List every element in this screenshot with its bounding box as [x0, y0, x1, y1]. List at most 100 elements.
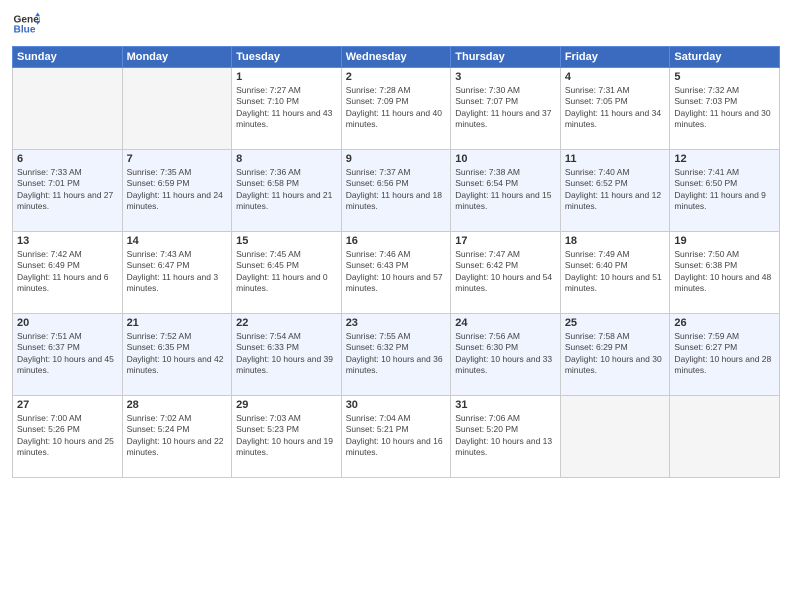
week-row-3: 13 Sunrise: 7:42 AMSunset: 6:49 PMDayligh… — [13, 232, 780, 314]
weekday-header-thursday: Thursday — [451, 47, 561, 68]
day-number: 5 — [674, 71, 775, 83]
day-number: 27 — [17, 399, 118, 411]
day-info: Sunrise: 7:49 AMSunset: 6:40 PMDaylight:… — [565, 249, 666, 295]
day-info: Sunrise: 7:31 AMSunset: 7:05 PMDaylight:… — [565, 85, 666, 131]
calendar-cell: 27 Sunrise: 7:00 AMSunset: 5:26 PMDayligh… — [13, 396, 123, 478]
day-number: 17 — [455, 235, 556, 247]
day-info: Sunrise: 7:40 AMSunset: 6:52 PMDaylight:… — [565, 167, 666, 213]
calendar-cell: 16 Sunrise: 7:46 AMSunset: 6:43 PMDayligh… — [341, 232, 451, 314]
svg-text:Blue: Blue — [14, 25, 36, 36]
week-row-5: 27 Sunrise: 7:00 AMSunset: 5:26 PMDayligh… — [13, 396, 780, 478]
day-info: Sunrise: 7:59 AMSunset: 6:27 PMDaylight:… — [674, 331, 775, 377]
day-number: 11 — [565, 153, 666, 165]
calendar-cell: 15 Sunrise: 7:45 AMSunset: 6:45 PMDayligh… — [232, 232, 342, 314]
calendar-cell: 14 Sunrise: 7:43 AMSunset: 6:47 PMDayligh… — [122, 232, 232, 314]
day-number: 4 — [565, 71, 666, 83]
week-row-4: 20Sunrise: 7:51 AMSunset: 6:37 PMDayligh… — [13, 314, 780, 396]
weekday-header-monday: Monday — [122, 47, 232, 68]
day-info: Sunrise: 7:04 AMSunset: 5:21 PMDaylight:… — [346, 413, 447, 459]
weekday-header-friday: Friday — [560, 47, 670, 68]
day-info: Sunrise: 7:30 AMSunset: 7:07 PMDaylight:… — [455, 85, 556, 131]
day-info: Sunrise: 7:58 AMSunset: 6:29 PMDaylight:… — [565, 331, 666, 377]
calendar-cell: 13 Sunrise: 7:42 AMSunset: 6:49 PMDayligh… — [13, 232, 123, 314]
calendar-cell — [670, 396, 780, 478]
day-number: 2 — [346, 71, 447, 83]
day-info: Sunrise: 7:33 AMSunset: 7:01 PMDaylight:… — [17, 167, 118, 213]
day-number: 23 — [346, 317, 447, 329]
day-info: Sunrise: 7:51 AMSunset: 6:37 PMDaylight:… — [17, 331, 118, 377]
calendar-cell: 31 Sunrise: 7:06 AMSunset: 5:20 PMDayligh… — [451, 396, 561, 478]
day-number: 28 — [127, 399, 228, 411]
day-info: Sunrise: 7:27 AMSunset: 7:10 PMDaylight:… — [236, 85, 337, 131]
calendar-cell: 5Sunrise: 7:32 AMSunset: 7:03 PMDaylight… — [670, 68, 780, 150]
calendar-cell: 8 Sunrise: 7:36 AMSunset: 6:58 PMDaylight… — [232, 150, 342, 232]
calendar-cell: 20Sunrise: 7:51 AMSunset: 6:37 PMDayligh… — [13, 314, 123, 396]
calendar-cell: 18 Sunrise: 7:49 AMSunset: 6:40 PMDayligh… — [560, 232, 670, 314]
weekday-header-tuesday: Tuesday — [232, 47, 342, 68]
day-info: Sunrise: 7:42 AMSunset: 6:49 PMDaylight:… — [17, 249, 118, 295]
logo-icon: General Blue — [12, 10, 40, 38]
calendar-cell: 12 Sunrise: 7:41 AMSunset: 6:50 PMDayligh… — [670, 150, 780, 232]
calendar-cell: 22Sunrise: 7:54 AMSunset: 6:33 PMDayligh… — [232, 314, 342, 396]
day-number: 29 — [236, 399, 337, 411]
header: General Blue — [12, 10, 780, 38]
day-number: 1 — [236, 71, 337, 83]
day-info: Sunrise: 7:00 AMSunset: 5:26 PMDaylight:… — [17, 413, 118, 459]
calendar-cell: 26 Sunrise: 7:59 AMSunset: 6:27 PMDayligh… — [670, 314, 780, 396]
day-number: 25 — [565, 317, 666, 329]
day-number: 8 — [236, 153, 337, 165]
day-info: Sunrise: 7:52 AMSunset: 6:35 PMDaylight:… — [127, 331, 228, 377]
day-number: 15 — [236, 235, 337, 247]
day-info: Sunrise: 7:06 AMSunset: 5:20 PMDaylight:… — [455, 413, 556, 459]
day-info: Sunrise: 7:45 AMSunset: 6:45 PMDaylight:… — [236, 249, 337, 295]
calendar-cell: 7 Sunrise: 7:35 AMSunset: 6:59 PMDaylight… — [122, 150, 232, 232]
calendar-cell: 11 Sunrise: 7:40 AMSunset: 6:52 PMDayligh… — [560, 150, 670, 232]
calendar-cell: 29Sunrise: 7:03 AMSunset: 5:23 PMDayligh… — [232, 396, 342, 478]
day-info: Sunrise: 7:35 AMSunset: 6:59 PMDaylight:… — [127, 167, 228, 213]
day-info: Sunrise: 7:56 AMSunset: 6:30 PMDaylight:… — [455, 331, 556, 377]
day-number: 3 — [455, 71, 556, 83]
day-info: Sunrise: 7:50 AMSunset: 6:38 PMDaylight:… — [674, 249, 775, 295]
day-number: 6 — [17, 153, 118, 165]
day-number: 14 — [127, 235, 228, 247]
calendar-cell — [560, 396, 670, 478]
day-number: 7 — [127, 153, 228, 165]
day-info: Sunrise: 7:37 AMSunset: 6:56 PMDaylight:… — [346, 167, 447, 213]
day-number: 9 — [346, 153, 447, 165]
calendar-cell: 1 Sunrise: 7:27 AMSunset: 7:10 PMDaylight… — [232, 68, 342, 150]
weekday-header-row: SundayMondayTuesdayWednesdayThursdayFrid… — [13, 47, 780, 68]
weekday-header-wednesday: Wednesday — [341, 47, 451, 68]
day-number: 31 — [455, 399, 556, 411]
day-info: Sunrise: 7:43 AMSunset: 6:47 PMDaylight:… — [127, 249, 228, 295]
calendar-cell: 21 Sunrise: 7:52 AMSunset: 6:35 PMDayligh… — [122, 314, 232, 396]
logo: General Blue — [12, 10, 40, 38]
day-info: Sunrise: 7:41 AMSunset: 6:50 PMDaylight:… — [674, 167, 775, 213]
week-row-2: 6 Sunrise: 7:33 AMSunset: 7:01 PMDaylight… — [13, 150, 780, 232]
day-info: Sunrise: 7:47 AMSunset: 6:42 PMDaylight:… — [455, 249, 556, 295]
calendar-cell: 4 Sunrise: 7:31 AMSunset: 7:05 PMDaylight… — [560, 68, 670, 150]
day-number: 13 — [17, 235, 118, 247]
day-number: 22 — [236, 317, 337, 329]
day-number: 18 — [565, 235, 666, 247]
calendar-cell: 9 Sunrise: 7:37 AMSunset: 6:56 PMDaylight… — [341, 150, 451, 232]
day-number: 16 — [346, 235, 447, 247]
calendar-table: SundayMondayTuesdayWednesdayThursdayFrid… — [12, 46, 780, 478]
day-info: Sunrise: 7:36 AMSunset: 6:58 PMDaylight:… — [236, 167, 337, 213]
day-number: 26 — [674, 317, 775, 329]
calendar-cell: 30 Sunrise: 7:04 AMSunset: 5:21 PMDayligh… — [341, 396, 451, 478]
day-number: 24 — [455, 317, 556, 329]
day-number: 30 — [346, 399, 447, 411]
day-info: Sunrise: 7:46 AMSunset: 6:43 PMDaylight:… — [346, 249, 447, 295]
day-info: Sunrise: 7:28 AMSunset: 7:09 PMDaylight:… — [346, 85, 447, 131]
calendar-cell — [13, 68, 123, 150]
calendar-cell: 25 Sunrise: 7:58 AMSunset: 6:29 PMDayligh… — [560, 314, 670, 396]
calendar-cell: 24 Sunrise: 7:56 AMSunset: 6:30 PMDayligh… — [451, 314, 561, 396]
calendar-container: General Blue SundayMondayTuesdayWednesda… — [0, 0, 792, 612]
calendar-cell: 3 Sunrise: 7:30 AMSunset: 7:07 PMDaylight… — [451, 68, 561, 150]
day-number: 21 — [127, 317, 228, 329]
calendar-cell: 19 Sunrise: 7:50 AMSunset: 6:38 PMDayligh… — [670, 232, 780, 314]
calendar-cell: 23Sunrise: 7:55 AMSunset: 6:32 PMDayligh… — [341, 314, 451, 396]
calendar-cell: 2 Sunrise: 7:28 AMSunset: 7:09 PMDaylight… — [341, 68, 451, 150]
day-number: 19 — [674, 235, 775, 247]
day-number: 12 — [674, 153, 775, 165]
